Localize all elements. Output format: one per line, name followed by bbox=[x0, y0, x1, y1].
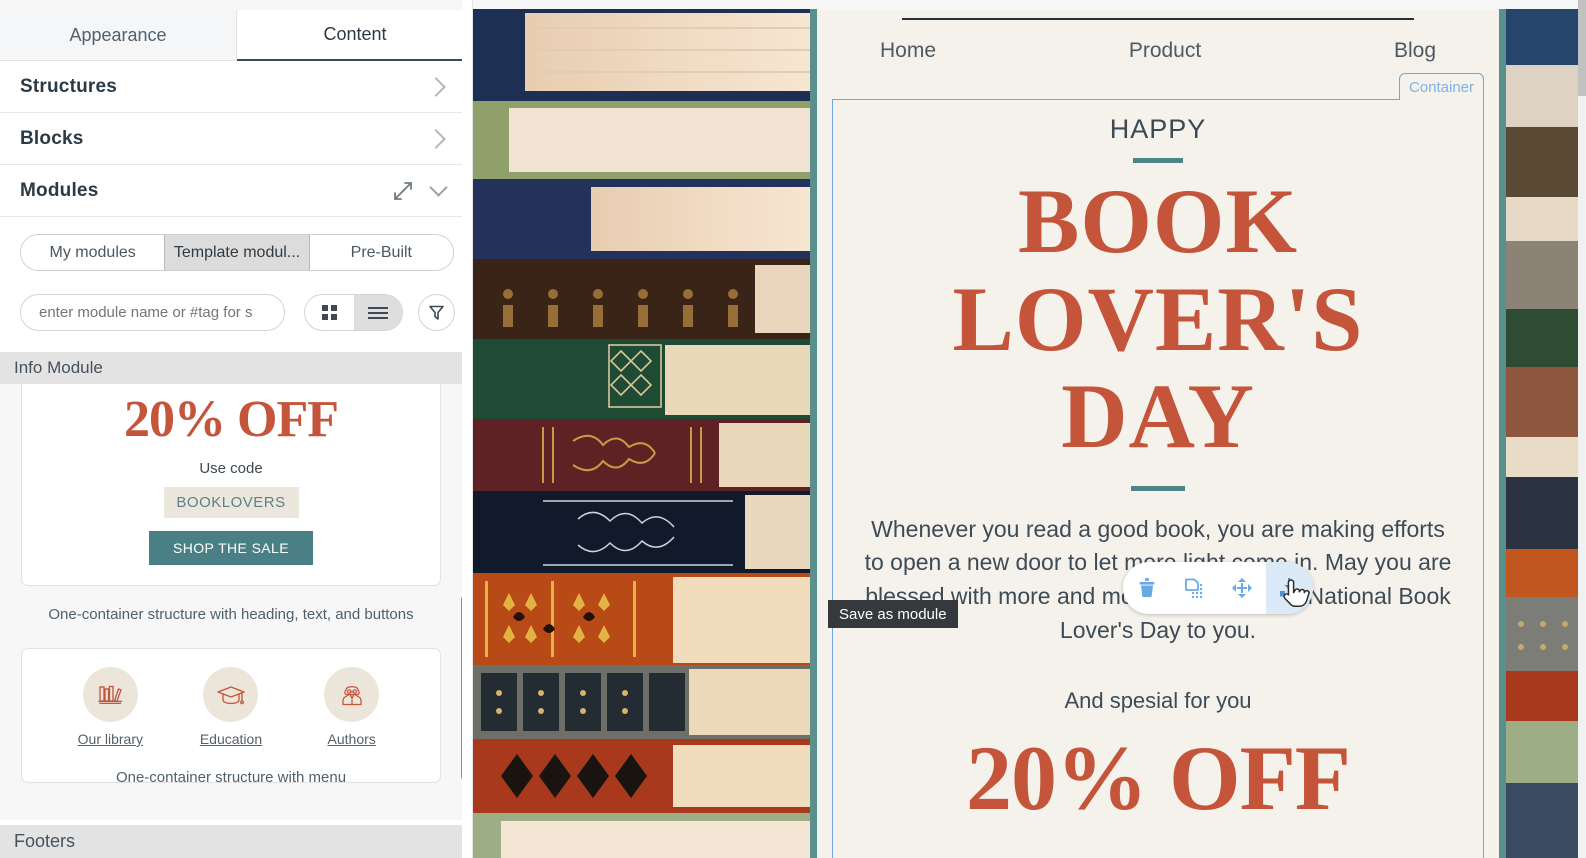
list-view-icon bbox=[367, 304, 388, 322]
window-scrollbar-thumb[interactable] bbox=[1578, 0, 1586, 96]
chevron-right-icon bbox=[426, 76, 446, 97]
tab-content[interactable]: Content bbox=[237, 10, 473, 61]
segment-my-modules-label: My modules bbox=[49, 243, 136, 261]
grid-view-icon bbox=[321, 305, 337, 320]
main-title-line-3: DAY bbox=[1061, 365, 1255, 468]
container-selection-tag-label: Container bbox=[1408, 78, 1474, 96]
card2-menu-item-education-label: Education bbox=[199, 731, 263, 747]
card1-cta-button: SHOP THE SALE bbox=[149, 531, 313, 565]
card2-menu-item-library-label: Our library bbox=[77, 731, 143, 747]
card1-promo-code: BOOKLOVERS bbox=[163, 487, 299, 518]
tab-content-label: Content bbox=[323, 24, 387, 44]
save-as-module-tooltip-label: Save as module bbox=[839, 605, 947, 623]
trash-delete-icon bbox=[1139, 578, 1155, 598]
card2-menu-item-authors: Authors bbox=[297, 667, 407, 747]
canvas-left-border bbox=[810, 9, 817, 858]
left-sidebar-panel: Appearance Content Structures Blocks Mod… bbox=[0, 0, 473, 858]
discount-percent: 20% OFF bbox=[966, 726, 1351, 829]
funnel-filter-icon bbox=[429, 305, 444, 320]
list-view-button[interactable] bbox=[353, 295, 402, 330]
chevron-right-icon bbox=[426, 128, 446, 149]
module-card-info[interactable]: And spesial for you 20% OFF Use code BOO… bbox=[21, 384, 441, 586]
email-canvas: Home Product Blog Container HAPPY BOOK L… bbox=[473, 0, 1586, 858]
sidebar-section-structures[interactable]: Structures bbox=[0, 61, 473, 113]
main-title: BOOK LOVER'S DAY bbox=[833, 170, 1483, 468]
header-rule bbox=[902, 18, 1414, 20]
segment-template-modules[interactable]: Template modul... bbox=[164, 235, 310, 270]
divider-tick-top bbox=[1133, 158, 1183, 163]
module-card-info-caption: One-container structure with heading, te… bbox=[48, 606, 414, 623]
view-mode-toggle bbox=[304, 294, 403, 331]
graduation-cap-icon bbox=[203, 667, 259, 722]
nav-item-home[interactable]: Home bbox=[880, 39, 936, 63]
nav-item-blog[interactable]: Blog bbox=[1394, 39, 1436, 63]
book-stack-photo-right bbox=[1503, 9, 1586, 858]
save-as-module-tooltip: Save as module bbox=[828, 600, 958, 628]
sidebar-section-blocks-label: Blocks bbox=[20, 127, 84, 149]
canvas-top-strip bbox=[473, 0, 1586, 9]
nav-item-product[interactable]: Product bbox=[1129, 39, 1201, 63]
group-header-info-module-label: Info Module bbox=[14, 358, 103, 377]
book-stack-photo-left bbox=[473, 9, 811, 858]
filter-button[interactable] bbox=[418, 294, 455, 331]
duplicate-copy-icon bbox=[1185, 578, 1203, 599]
spesial-text: And spesial for you bbox=[1064, 687, 1252, 713]
group-header-footers-label: Footers bbox=[14, 831, 76, 851]
card1-use-code-label: Use code bbox=[199, 460, 263, 477]
segment-my-modules[interactable]: My modules bbox=[21, 235, 165, 270]
duplicate-button[interactable] bbox=[1171, 562, 1219, 614]
module-card-menu[interactable]: Our library Education Authors bbox=[21, 648, 441, 783]
divider-tick-bottom bbox=[1131, 485, 1185, 491]
sidebar-section-structures-label: Structures bbox=[20, 75, 118, 97]
canvas-right-border bbox=[1499, 9, 1506, 858]
card2-menu-item-authors-label: Authors bbox=[327, 731, 376, 747]
chevron-down-icon bbox=[429, 178, 448, 197]
eyebrow-heading: HAPPY bbox=[1109, 114, 1207, 144]
sidebar-section-modules-label: Modules bbox=[20, 179, 99, 201]
tab-appearance[interactable]: Appearance bbox=[0, 10, 237, 61]
window-scrollbar-track[interactable] bbox=[1578, 0, 1586, 858]
card2-menu-row: Our library Education Authors bbox=[22, 649, 440, 747]
sidebar-divider bbox=[462, 0, 473, 858]
main-title-line-1: BOOK bbox=[1017, 170, 1299, 272]
move-button[interactable] bbox=[1218, 562, 1266, 614]
books-shelf-icon bbox=[82, 667, 138, 722]
tab-appearance-label: Appearance bbox=[69, 24, 167, 45]
main-title-line-2: LOVER'S bbox=[952, 267, 1364, 370]
module-card-menu-caption: One-container structure with menu bbox=[115, 769, 347, 786]
segment-pre-built-label: Pre-Built bbox=[350, 243, 412, 261]
mouse-cursor-pointer bbox=[1281, 578, 1311, 616]
selected-container[interactable]: Container HAPPY BOOK LOVER'S DAY Wheneve… bbox=[832, 73, 1484, 858]
email-nav: Home Product Blog bbox=[880, 39, 1436, 63]
grid-view-button[interactable] bbox=[305, 295, 354, 330]
app-root: Appearance Content Structures Blocks Mod… bbox=[0, 0, 1586, 858]
group-header-info-module[interactable]: Info Module bbox=[0, 352, 462, 384]
card1-percent: 20% OFF bbox=[124, 391, 339, 448]
author-person-icon bbox=[324, 667, 380, 722]
segment-pre-built[interactable]: Pre-Built bbox=[309, 235, 453, 270]
module-source-segmented-control: My modules Template modul... Pre-Built bbox=[20, 234, 454, 271]
group-header-footers[interactable]: Footers bbox=[0, 825, 462, 858]
email-content-column: Home Product Blog Container HAPPY BOOK L… bbox=[817, 9, 1499, 858]
card2-menu-item-education: Education bbox=[176, 667, 286, 747]
module-card-list: And spesial for you 20% OFF Use code BOO… bbox=[0, 384, 462, 820]
sidebar-tabs: Appearance Content bbox=[0, 10, 473, 61]
segment-template-modules-label: Template modul... bbox=[173, 243, 301, 261]
card2-menu-item-library: Our library bbox=[55, 667, 165, 747]
sidebar-section-modules[interactable]: Modules bbox=[0, 165, 473, 217]
sidebar-section-blocks[interactable]: Blocks bbox=[0, 113, 473, 165]
delete-button[interactable] bbox=[1123, 562, 1171, 614]
sidebar-top-strip bbox=[0, 0, 473, 10]
container-selection-tag: Container bbox=[1398, 73, 1484, 100]
move-drag-icon bbox=[1231, 578, 1252, 598]
module-search-input[interactable] bbox=[20, 294, 285, 331]
expand-fullscreen-icon[interactable] bbox=[390, 178, 416, 204]
